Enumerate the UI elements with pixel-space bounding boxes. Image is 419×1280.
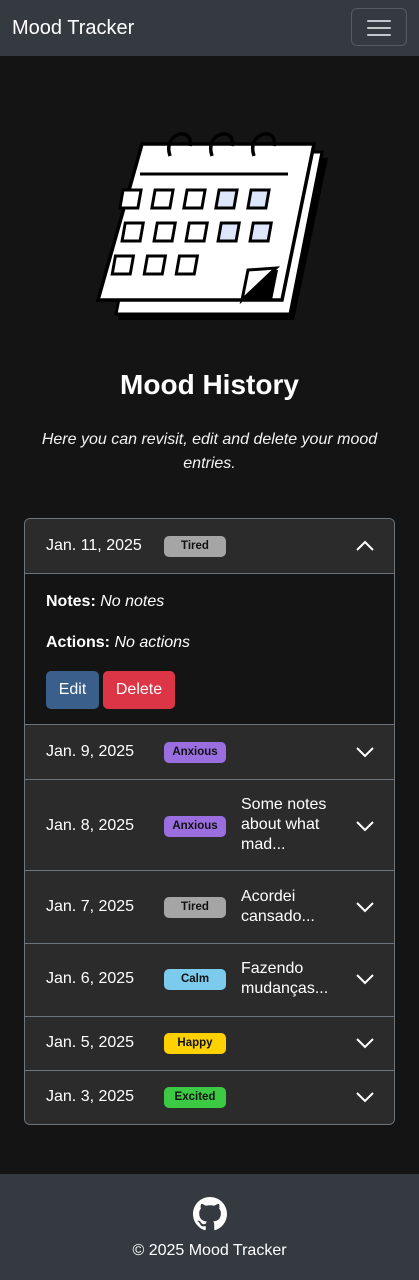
mood-badge: Anxious [164,742,226,763]
entry-date: Jan. 6, 2025 [46,970,135,987]
accordion-header[interactable]: Jan. 11, 2025 Tired [25,519,394,573]
chevron-down-icon [356,974,374,985]
entry-note-preview: Fazendo mudanças... [241,960,329,997]
entry-date: Jan. 3, 2025 [46,1088,135,1105]
accordion-item[interactable]: Jan. 6, 2025 Calm Fazendo mudanças... [25,944,394,1017]
entry-date: Jan. 11, 2025 [46,537,142,554]
chevron-down-icon [356,821,374,832]
entry-note-preview: Acordei cansado... [241,888,315,925]
navbar-brand[interactable]: Mood Tracker [12,16,134,40]
chevron-down-icon [356,1092,374,1103]
entry-date: Jan. 8, 2025 [46,817,135,834]
chevron-down-icon [356,902,374,913]
notes-row: Notes: No notes [46,592,164,612]
navbar-toggler-button[interactable] [351,8,407,46]
mood-badge: Happy [164,1033,226,1054]
actions-row: Actions: No actions [46,633,190,653]
page-subtitle: Here you can revisit, edit and delete yo… [41,431,378,472]
accordion-item[interactable]: Jan. 9, 2025 Anxious [25,725,394,780]
github-icon[interactable] [193,1197,227,1231]
navbar: Mood Tracker [0,0,419,56]
notes-value: No notes [100,593,165,610]
accordion-item[interactable]: Jan. 3, 2025 Excited [25,1071,394,1124]
mood-badge: Tired [164,897,226,918]
edit-button[interactable]: Edit [46,671,99,709]
accordion-item[interactable]: Jan. 7, 2025 Tired Acordei cansado... [25,871,394,944]
mood-badge: Anxious [164,816,226,837]
mood-badge: Excited [164,1087,226,1108]
calendar-illustration [95,132,328,320]
actions-value: No actions [114,634,191,651]
entry-note-preview: Some notes about what mad... [241,796,327,853]
entry-date: Jan. 5, 2025 [46,1034,135,1051]
chevron-up-icon [356,540,374,551]
page-title: Mood History [120,369,299,400]
chevron-down-icon [356,747,374,758]
entry-date: Jan. 7, 2025 [46,898,135,915]
mood-badge: Calm [164,969,226,990]
mood-badge: Tired [164,536,226,557]
delete-button[interactable]: Delete [103,671,175,709]
accordion-body: Notes: No notes Actions: No actions Edit… [25,573,394,725]
accordion-item: Jan. 11, 2025 Tired Notes: No notes Acti… [25,519,394,725]
mood-history-accordion: Jan. 11, 2025 Tired Notes: No notes Acti… [24,518,395,1125]
accordion-item[interactable]: Jan. 5, 2025 Happy [25,1017,394,1071]
accordion-item[interactable]: Jan. 8, 2025 Anxious Some notes about wh… [25,780,394,871]
notes-label: Notes: [46,593,96,610]
footer-copyright: © 2025 Mood Tracker [132,1242,287,1259]
entry-date: Jan. 9, 2025 [46,743,135,760]
chevron-down-icon [356,1038,374,1049]
actions-label: Actions: [46,634,110,651]
